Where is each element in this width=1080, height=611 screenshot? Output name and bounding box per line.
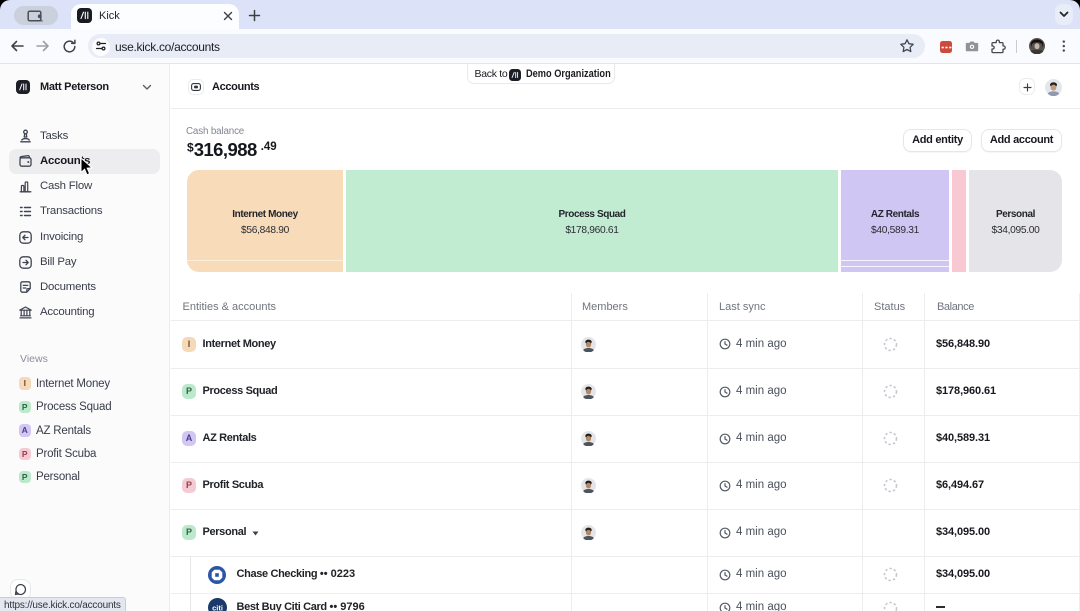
svg-text:citi: citi [212, 603, 223, 611]
